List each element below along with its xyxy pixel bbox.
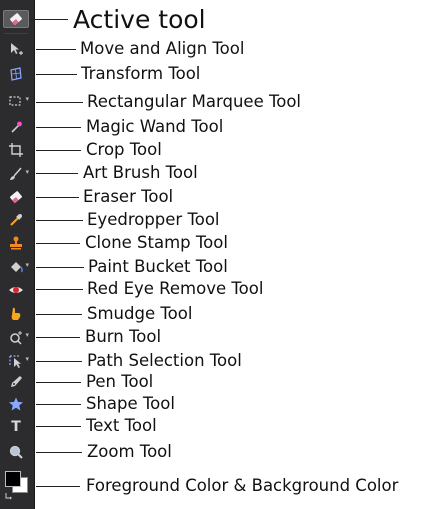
tool-transform[interactable] xyxy=(3,65,29,83)
label-clone-stamp-tool: Clone Stamp Tool xyxy=(85,233,228,252)
label-eraser-tool: Eraser Tool xyxy=(83,187,174,206)
leader-line xyxy=(36,486,80,487)
label-pen-tool: Pen Tool xyxy=(86,372,154,391)
label-active-tool: Active tool xyxy=(73,5,206,34)
submenu-indicator: ▾ xyxy=(25,168,29,176)
toolbar: ▾ ▾ ▾ ▾ ▾ T xyxy=(0,0,35,509)
tool-clone-stamp[interactable] xyxy=(3,234,29,252)
label-path-selection-tool: Path Selection Tool xyxy=(87,351,242,370)
burn-icon xyxy=(10,331,22,345)
tool-smudge[interactable] xyxy=(3,305,29,323)
leader-line xyxy=(36,337,80,338)
tool-rectangular-marquee[interactable]: ▾ xyxy=(3,92,29,110)
leader-line xyxy=(36,150,81,151)
leader-line xyxy=(36,452,82,453)
shape-star-icon xyxy=(9,397,23,411)
leader-line xyxy=(36,197,79,198)
label-transform-tool: Transform Tool xyxy=(81,64,201,83)
label-magic-wand-tool: Magic Wand Tool xyxy=(86,117,224,136)
leader-line xyxy=(36,289,83,290)
red-eye-icon xyxy=(9,287,23,293)
tool-move-align[interactable] xyxy=(3,40,29,58)
tool-paint-bucket[interactable]: ▾ xyxy=(3,258,29,276)
label-text-tool: Text Tool xyxy=(86,416,157,435)
label-eyedropper-tool: Eyedropper Tool xyxy=(87,210,220,229)
leader-line xyxy=(30,19,68,20)
tool-path-selection[interactable]: ▾ xyxy=(3,352,29,370)
crop-icon xyxy=(9,143,23,157)
art-brush-icon xyxy=(10,167,22,180)
color-swatch[interactable] xyxy=(3,468,31,502)
foreground-color-swatch[interactable] xyxy=(5,471,21,487)
label-color-swatch: Foreground Color & Background Color xyxy=(86,476,399,495)
label-smudge-tool: Smudge Tool xyxy=(87,304,193,323)
leader-line xyxy=(36,314,82,315)
transform-icon xyxy=(10,67,22,81)
label-paint-bucket-tool: Paint Bucket Tool xyxy=(88,257,228,276)
tool-shape[interactable] xyxy=(3,395,29,413)
smudge-icon xyxy=(11,307,21,320)
label-move-align-tool: Move and Align Tool xyxy=(80,39,245,58)
tool-active[interactable] xyxy=(3,10,29,28)
label-rectangular-marquee-tool: Rectangular Marquee Tool xyxy=(87,92,302,111)
leader-line xyxy=(36,404,81,405)
tool-pen[interactable] xyxy=(3,373,29,391)
tool-eraser[interactable] xyxy=(3,188,29,206)
text-icon: T xyxy=(11,419,21,435)
label-zoom-tool: Zoom Tool xyxy=(87,442,172,461)
leader-line xyxy=(36,361,82,362)
label-burn-tool: Burn Tool xyxy=(85,327,162,346)
path-selection-icon xyxy=(9,355,21,368)
tool-art-brush[interactable]: ▾ xyxy=(3,165,29,183)
magic-wand-icon xyxy=(11,121,22,133)
leader-line xyxy=(36,267,84,268)
submenu-indicator: ▾ xyxy=(25,355,29,363)
rectangular-marquee-icon xyxy=(9,96,21,106)
pen-icon xyxy=(11,376,22,387)
zoom-icon xyxy=(9,445,23,459)
label-red-eye-remove-tool: Red Eye Remove Tool xyxy=(87,279,264,298)
label-crop-tool: Crop Tool xyxy=(86,140,162,159)
tool-burn[interactable]: ▾ xyxy=(3,328,29,346)
leader-line xyxy=(36,426,81,427)
leader-line xyxy=(36,74,77,75)
submenu-indicator: ▾ xyxy=(25,261,29,269)
eraser-icon xyxy=(10,13,22,26)
leader-line xyxy=(36,102,83,103)
swap-colors-icon[interactable] xyxy=(5,492,13,500)
submenu-indicator: ▾ xyxy=(25,331,29,339)
tool-eyedropper[interactable] xyxy=(3,211,29,229)
label-art-brush-tool: Art Brush Tool xyxy=(83,163,198,182)
leader-line xyxy=(36,173,78,174)
leader-line xyxy=(36,243,80,244)
leader-line xyxy=(36,49,76,50)
paint-bucket-icon xyxy=(11,262,23,273)
tool-red-eye-remove[interactable] xyxy=(3,281,29,299)
eraser-icon xyxy=(10,191,22,204)
label-shape-tool: Shape Tool xyxy=(86,394,175,413)
tool-text[interactable]: T xyxy=(3,418,29,436)
move-align-icon xyxy=(11,43,23,55)
clone-stamp-icon xyxy=(10,236,22,250)
tool-zoom[interactable] xyxy=(3,443,29,461)
leader-line xyxy=(36,127,81,128)
eyedropper-icon xyxy=(10,214,22,226)
leader-line xyxy=(36,220,83,221)
submenu-indicator: ▾ xyxy=(25,95,29,103)
tool-crop[interactable] xyxy=(3,141,29,159)
tool-magic-wand[interactable] xyxy=(3,118,29,136)
toolbar-divider xyxy=(4,33,28,34)
leader-line xyxy=(36,382,81,383)
